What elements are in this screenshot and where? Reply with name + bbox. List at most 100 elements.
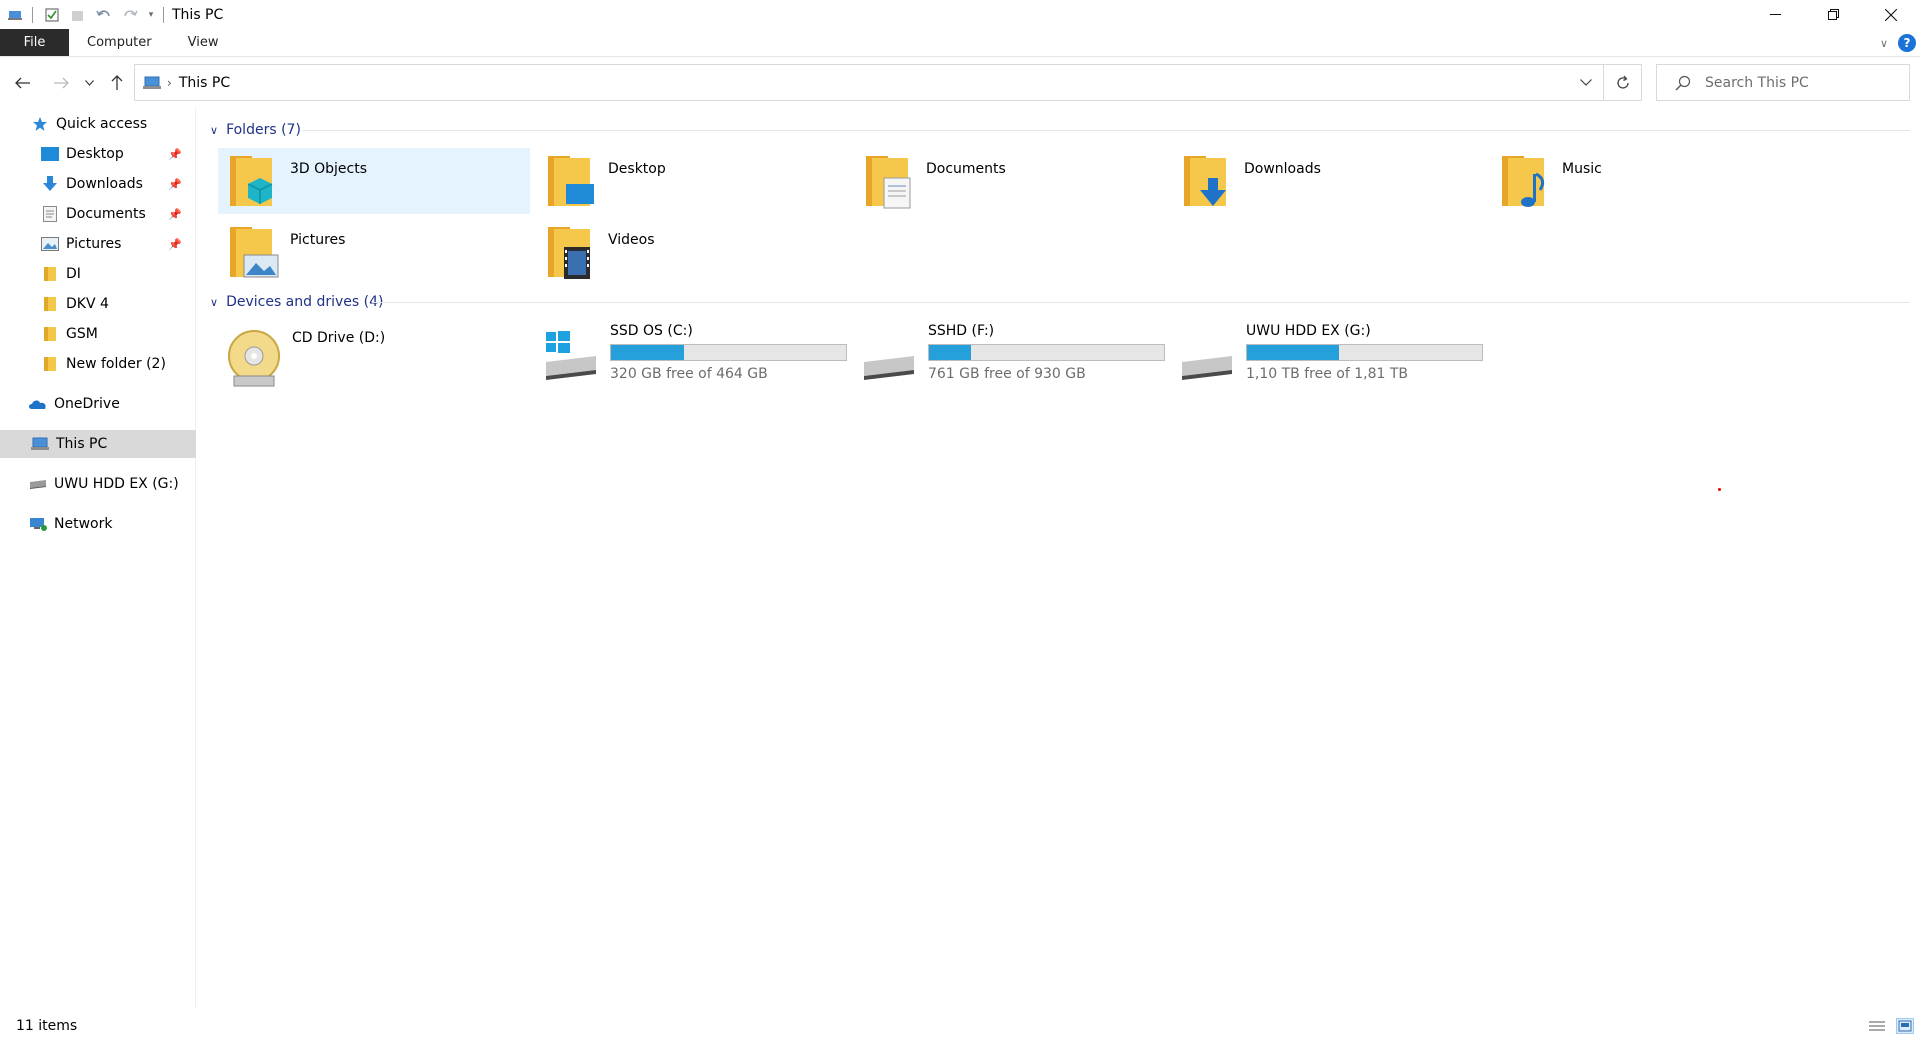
sidebar-item-network[interactable]: Network xyxy=(0,510,196,538)
sidebar-item-folder-new-folder-2[interactable]: New folder (2) xyxy=(0,350,196,378)
sidebar-item-onedrive[interactable]: OneDrive xyxy=(0,390,196,418)
folder-label: 3D Objects xyxy=(290,161,368,177)
breadcrumb-chevron-icon[interactable]: › xyxy=(167,76,172,90)
sidebar-item-folder-gsm[interactable]: GSM xyxy=(0,320,196,348)
app-icon[interactable] xyxy=(2,0,28,29)
drive-name: SSHD (F:) xyxy=(928,323,995,339)
drive-tile-cd-drive[interactable]: CD Drive (D:) xyxy=(218,320,530,387)
customize-toolbar-icon[interactable]: ▾ xyxy=(143,0,159,29)
folder-label: Downloads xyxy=(1244,161,1321,177)
pin-icon[interactable]: 📌 xyxy=(168,238,182,251)
hard-drive-icon xyxy=(1180,330,1236,382)
this-pc-icon xyxy=(143,76,161,89)
undo-icon[interactable] xyxy=(91,0,117,29)
toolbar-separator xyxy=(32,6,33,23)
ribbon-tabs: File Computer View ∨ ? xyxy=(0,29,1920,57)
folder-icon xyxy=(40,265,60,283)
pictures-folder-icon xyxy=(226,223,282,283)
group-header-folders[interactable]: ∨ Folders (7) xyxy=(210,118,1910,142)
large-icons-view-button[interactable] xyxy=(1896,1018,1914,1034)
sidebar-item-documents[interactable]: Documents 📌 xyxy=(0,200,196,228)
content-area: ∨ Folders (7) 3D Objects Desktop Documen… xyxy=(198,108,1920,1008)
folder-tile-3d-objects[interactable]: 3D Objects xyxy=(218,148,530,214)
folder-tile-music[interactable]: Music xyxy=(1490,148,1802,214)
tab-file[interactable]: File xyxy=(0,29,69,56)
hard-drive-icon xyxy=(862,330,918,382)
window-title: This PC xyxy=(172,6,224,23)
new-folder-icon[interactable] xyxy=(65,0,91,29)
properties-icon[interactable] xyxy=(39,0,65,29)
folder-tile-pictures[interactable]: Pictures xyxy=(218,219,530,285)
help-button[interactable]: ? xyxy=(1898,34,1916,52)
search-box[interactable] xyxy=(1656,64,1910,101)
folder-tile-desktop[interactable]: Desktop xyxy=(536,148,848,214)
restore-button[interactable] xyxy=(1804,0,1862,29)
sidebar-item-label: GSM xyxy=(66,326,98,342)
sidebar-item-label: Quick access xyxy=(56,116,148,132)
search-input[interactable] xyxy=(1705,74,1885,91)
drive-tile-sshd-f[interactable]: SSHD (F:) 761 GB free of 930 GB xyxy=(854,320,1166,386)
address-dropdown-button[interactable] xyxy=(1567,65,1603,100)
drive-usage-bar xyxy=(610,344,847,361)
sidebar-item-folder-dkv4[interactable]: DKV 4 xyxy=(0,290,196,318)
ribbon-right-controls: ∨ ? xyxy=(1880,29,1916,57)
folder-tile-documents[interactable]: Documents xyxy=(854,148,1166,214)
group-divider xyxy=(302,130,1910,131)
up-button[interactable] xyxy=(104,71,130,95)
sidebar-item-pictures[interactable]: Pictures 📌 xyxy=(0,230,196,258)
redo-icon[interactable] xyxy=(117,0,143,29)
navigation-pane: Quick access Desktop 📌 Downloads 📌 Docum… xyxy=(0,108,196,1008)
cursor-marker xyxy=(1718,488,1721,491)
sidebar-item-label: Pictures xyxy=(66,236,122,252)
drive-name: SSD OS (C:) xyxy=(610,323,693,339)
pin-icon[interactable]: 📌 xyxy=(168,178,182,191)
drive-tile-uwu-hdd-ex-g[interactable]: UWU HDD EX (G:) 1,10 TB free of 1,81 TB xyxy=(1172,320,1484,386)
close-button[interactable] xyxy=(1862,0,1920,29)
refresh-button[interactable] xyxy=(1604,64,1642,101)
drive-usage-fill xyxy=(1247,345,1339,360)
drive-tile-ssd-os-c[interactable]: SSD OS (C:) 320 GB free of 464 GB xyxy=(536,320,848,386)
sidebar-item-label: Network xyxy=(54,516,113,532)
status-bar: 11 items xyxy=(0,1008,1920,1043)
drive-name: UWU HDD EX (G:) xyxy=(1246,323,1371,339)
group-title: Devices and drives (4) xyxy=(226,294,384,310)
cd-drive-icon xyxy=(226,330,282,387)
tab-view[interactable]: View xyxy=(170,29,237,56)
sidebar-item-downloads[interactable]: Downloads 📌 xyxy=(0,170,196,198)
collapse-chevron-icon[interactable]: ∨ xyxy=(210,124,218,137)
music-folder-icon xyxy=(1498,152,1554,212)
sidebar-item-folder-di[interactable]: DI xyxy=(0,260,196,288)
back-button[interactable] xyxy=(10,71,36,95)
folder-icon xyxy=(40,295,60,313)
search-icon xyxy=(1675,75,1691,90)
sidebar-item-quick-access[interactable]: Quick access xyxy=(0,110,196,138)
sidebar-item-label: Desktop xyxy=(66,146,124,162)
minimize-button[interactable] xyxy=(1746,0,1804,29)
toolbar-separator xyxy=(163,6,164,23)
documents-folder-icon xyxy=(862,152,918,212)
address-bar[interactable]: › This PC xyxy=(134,64,1604,101)
recent-locations-button[interactable] xyxy=(80,71,98,95)
folder-tile-videos[interactable]: Videos xyxy=(536,219,848,285)
sidebar-item-label: DKV 4 xyxy=(66,296,109,312)
details-view-button[interactable] xyxy=(1868,1018,1886,1034)
group-title: Folders (7) xyxy=(226,122,301,138)
sidebar-item-label: UWU HDD EX (G:) xyxy=(54,476,179,492)
breadcrumb[interactable]: This PC xyxy=(179,75,230,91)
pin-icon[interactable]: 📌 xyxy=(168,208,182,221)
folder-tile-downloads[interactable]: Downloads xyxy=(1172,148,1484,214)
collapse-chevron-icon[interactable]: ∨ xyxy=(210,296,218,309)
pin-icon[interactable]: 📌 xyxy=(168,148,182,161)
expand-ribbon-icon[interactable]: ∨ xyxy=(1880,37,1888,50)
item-count: 11 items xyxy=(16,1017,78,1034)
sidebar-item-external-drive[interactable]: UWU HDD EX (G:) xyxy=(0,470,196,498)
group-header-devices-and-drives[interactable]: ∨ Devices and drives (4) xyxy=(210,290,1910,314)
pictures-icon xyxy=(40,235,60,253)
view-switcher xyxy=(1868,1018,1914,1034)
folder-icon xyxy=(40,355,60,373)
sidebar-item-desktop[interactable]: Desktop 📌 xyxy=(0,140,196,168)
sidebar-item-this-pc[interactable]: This PC xyxy=(0,430,196,458)
drive-name: CD Drive (D:) xyxy=(292,330,386,346)
forward-button[interactable] xyxy=(48,71,74,95)
tab-computer[interactable]: Computer xyxy=(69,29,170,56)
